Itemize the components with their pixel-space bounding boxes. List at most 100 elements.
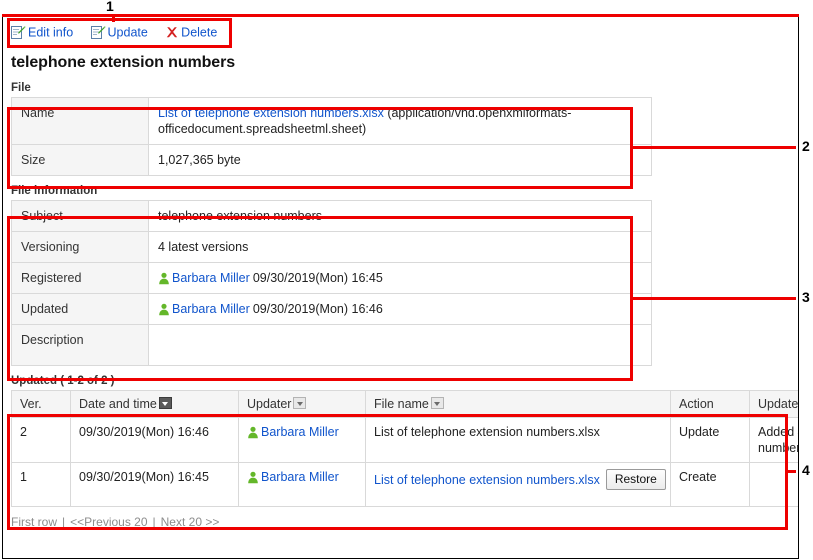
- row-filename: List of telephone extension numbers.xlsx: [365, 416, 671, 463]
- delete-cross-icon: [165, 26, 179, 40]
- user-icon: [158, 272, 170, 285]
- file-download-link[interactable]: List of telephone extension numbers.xlsx: [158, 106, 384, 120]
- frame-border-bottom: [2, 558, 799, 559]
- file-section-caption: File: [11, 81, 31, 94]
- update-document-icon: [90, 25, 106, 40]
- versioning-label: Versioning: [11, 230, 149, 263]
- edit-document-icon: [11, 25, 26, 40]
- file-size-label: Size: [11, 143, 149, 176]
- history-header-row: Ver. Date and time Updater File name Act…: [11, 389, 798, 418]
- history-caption: Updated ( 1-2 of 2 ): [11, 374, 115, 387]
- annotation-2-number: 2: [802, 138, 810, 154]
- description-row: Description: [11, 323, 652, 366]
- row-updater: Barbara Miller: [238, 416, 366, 463]
- pager-first-row-link[interactable]: First row: [11, 515, 57, 529]
- frame-border-right: [798, 14, 799, 559]
- column-header-comment-label: Update comment: [758, 396, 798, 411]
- table-row: 2 09/30/2019(Mon) 16:46 Barbara Miller L…: [11, 416, 798, 463]
- annotation-4-number: 4: [802, 462, 810, 478]
- column-header-action: Action: [670, 389, 750, 418]
- delete-button[interactable]: Delete: [165, 24, 217, 41]
- file-name-value: List of telephone extension numbers.xlsx…: [148, 96, 652, 145]
- versioning-value: 4 latest versions: [148, 230, 652, 263]
- edit-info-button[interactable]: Edit info: [11, 24, 73, 41]
- annotation-3-number: 3: [802, 289, 810, 305]
- column-header-updater: Updater: [238, 389, 366, 418]
- column-header-version-label: Ver.: [20, 396, 42, 411]
- table-row: 1 09/30/2019(Mon) 16:45 Barbara Miller L…: [11, 461, 798, 507]
- column-header-updater-label: Updater: [247, 396, 292, 411]
- updated-row: Updated Barbara Miller 09/30/2019(Mon) 16…: [11, 292, 652, 325]
- row-updater-chip: Barbara Miller: [247, 470, 339, 484]
- row-updater-link[interactable]: Barbara Miller: [261, 470, 339, 484]
- registered-user-chip: Barbara Miller 09/30/2019(Mon) 16:45: [158, 271, 383, 285]
- update-label: Update: [107, 25, 148, 40]
- user-icon: [158, 303, 170, 316]
- update-button[interactable]: Update: [90, 24, 148, 41]
- updated-value: Barbara Miller 09/30/2019(Mon) 16:46: [148, 292, 652, 325]
- sort-updater-button[interactable]: [293, 396, 307, 409]
- column-header-datetime-label: Date and time: [79, 396, 157, 411]
- command-bar: Edit info Update Delete: [3, 15, 798, 48]
- row-datetime: 09/30/2019(Mon) 16:46: [70, 416, 239, 463]
- subject-row: Subject telephone extension numbers: [11, 199, 652, 232]
- column-header-filename-label: File name: [374, 396, 429, 411]
- annotation-1-number: 1: [106, 0, 114, 14]
- versioning-row: Versioning 4 latest versions: [11, 230, 652, 263]
- column-header-filename: File name: [365, 389, 671, 418]
- row-filename-link[interactable]: List of telephone extension numbers.xlsx: [374, 473, 600, 487]
- row-updater-link[interactable]: Barbara Miller: [261, 425, 339, 439]
- row-filename-text: List of telephone extension numbers.xlsx: [374, 424, 600, 439]
- row-comment: Added Joseph's number.: [749, 416, 798, 463]
- pager-next-link[interactable]: Next 20 >>: [161, 515, 220, 529]
- row-datetime: 09/30/2019(Mon) 16:45: [70, 461, 239, 507]
- pager: First row | <<Previous 20 | Next 20 >>: [11, 515, 798, 529]
- row-version: 2: [11, 416, 71, 463]
- user-icon: [247, 471, 259, 484]
- pager-previous-link[interactable]: <<Previous 20: [70, 515, 147, 529]
- file-table: Name List of telephone extension numbers…: [11, 96, 652, 176]
- user-icon: [247, 426, 259, 439]
- row-version: 1: [11, 461, 71, 507]
- updated-label: Updated: [11, 292, 149, 325]
- updated-user-chip: Barbara Miller 09/30/2019(Mon) 16:46: [158, 302, 383, 316]
- row-updater-chip: Barbara Miller: [247, 425, 339, 439]
- registered-user-link[interactable]: Barbara Miller: [172, 271, 250, 285]
- file-information-table: Subject telephone extension numbers Vers…: [11, 199, 652, 366]
- description-value: [148, 323, 652, 366]
- updated-user-link[interactable]: Barbara Miller: [172, 302, 250, 316]
- row-comment: [749, 461, 798, 507]
- page-title: telephone extension numbers: [11, 53, 236, 71]
- file-size-row: Size 1,027,365 byte: [11, 143, 652, 176]
- row-action: Update: [670, 416, 750, 463]
- updated-datetime: 09/30/2019(Mon) 16:46: [252, 301, 383, 316]
- annotated-screenshot: Edit info Update Delete telephone extens…: [0, 0, 813, 560]
- file-details-screen: Edit info Update Delete telephone extens…: [3, 15, 798, 558]
- column-header-action-label: Action: [679, 396, 714, 411]
- row-action: Create: [670, 461, 750, 507]
- subject-value: telephone extension numbers: [148, 199, 652, 232]
- description-label: Description: [11, 323, 149, 366]
- pager-separator-2: |: [152, 514, 156, 529]
- column-header-comment: Update comment: [749, 389, 798, 418]
- update-history-table: Ver. Date and time Updater File name Act…: [11, 389, 798, 507]
- file-size-value: 1,027,365 byte: [148, 143, 652, 176]
- row-filename: List of telephone extension numbers.xlsx…: [365, 461, 671, 507]
- registered-value: Barbara Miller 09/30/2019(Mon) 16:45: [148, 261, 652, 294]
- column-header-version: Ver.: [11, 389, 71, 418]
- sort-datetime-button[interactable]: [158, 396, 172, 409]
- registered-row: Registered Barbara Miller 09/30/2019(Mon)…: [11, 261, 652, 294]
- sort-filename-button[interactable]: [430, 396, 444, 409]
- restore-button[interactable]: Restore: [605, 468, 666, 490]
- file-information-caption: File information: [11, 184, 98, 197]
- registered-label: Registered: [11, 261, 149, 294]
- delete-label: Delete: [181, 25, 218, 40]
- row-updater: Barbara Miller: [238, 461, 366, 507]
- edit-info-label: Edit info: [28, 25, 74, 40]
- pager-separator-1: |: [62, 514, 66, 529]
- column-header-datetime: Date and time: [70, 389, 239, 418]
- registered-datetime: 09/30/2019(Mon) 16:45: [252, 270, 383, 285]
- subject-label: Subject: [11, 199, 149, 232]
- file-name-label: Name: [11, 96, 149, 145]
- file-name-row: Name List of telephone extension numbers…: [11, 96, 652, 145]
